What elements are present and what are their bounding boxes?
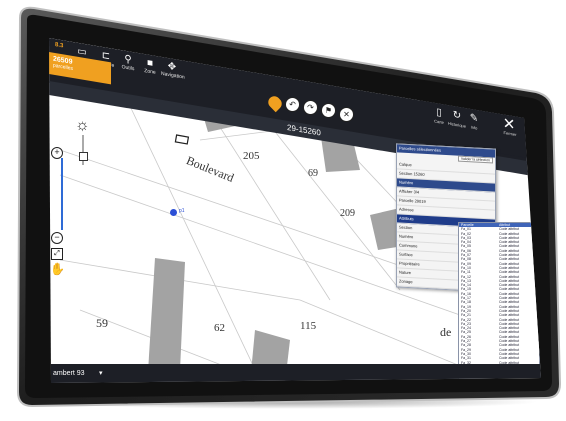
sun-icon[interactable]: ☼ <box>75 117 90 135</box>
toolbar-navigation-button[interactable]: ✥ Navigation <box>161 61 185 81</box>
parcel-number: de <box>440 325 452 339</box>
listbox-item[interactable]: Code attribut <box>497 227 519 231</box>
parcel-number: 62 <box>214 322 225 334</box>
listbox-item[interactable]: Code attribut <box>497 313 519 317</box>
listbox-column: Attribut Code attribut Code attribut Code a… <box>497 223 520 369</box>
toolbar-item-label: Zone <box>144 67 156 76</box>
version-label: 8.3 <box>55 42 64 50</box>
listbox-item[interactable]: Code attribut <box>497 356 519 360</box>
page-title: 29-15260 <box>287 122 321 138</box>
validate-selection-button[interactable]: Valider la sélection <box>457 155 493 164</box>
zoom-out-button[interactable]: − <box>51 232 63 244</box>
point-label: p1 <box>179 208 185 214</box>
projection-select[interactable]: ambert 93 <box>53 370 85 377</box>
listbox-item[interactable]: Code attribut <box>497 270 519 274</box>
listbox-item[interactable]: Code attribut <box>497 343 519 347</box>
undo-icon[interactable]: ↶ <box>285 97 300 112</box>
parcel-number: 69 <box>308 168 318 179</box>
chevron-down-icon[interactable]: ▾ <box>99 369 103 377</box>
toolbar-zone-button[interactable]: ■ Zone <box>139 57 161 77</box>
parcel-number: 115 <box>300 320 317 332</box>
zoom-in-button[interactable]: + <box>51 147 63 159</box>
parcel-number: 209 <box>340 208 355 219</box>
location-marker-icon[interactable] <box>170 209 177 216</box>
toolbar-tools-button[interactable]: ⚲ Outils <box>117 53 139 73</box>
cancel-icon[interactable]: ✕ <box>339 107 354 122</box>
parcel-number: 205 <box>243 150 260 162</box>
flag-icon[interactable]: ⚑ <box>321 103 336 118</box>
pan-hand-icon[interactable]: ✋ <box>50 262 65 276</box>
parcel-number: 59 <box>96 316 108 330</box>
toolbar-item-label: Outils <box>121 64 135 73</box>
listbox-item[interactable]: Code attribut <box>497 300 519 304</box>
zoom-slider-handle[interactable] <box>79 152 88 161</box>
redo-icon[interactable]: ↷ <box>303 100 318 115</box>
fullscreen-icon[interactable]: ⤢ <box>51 248 63 260</box>
